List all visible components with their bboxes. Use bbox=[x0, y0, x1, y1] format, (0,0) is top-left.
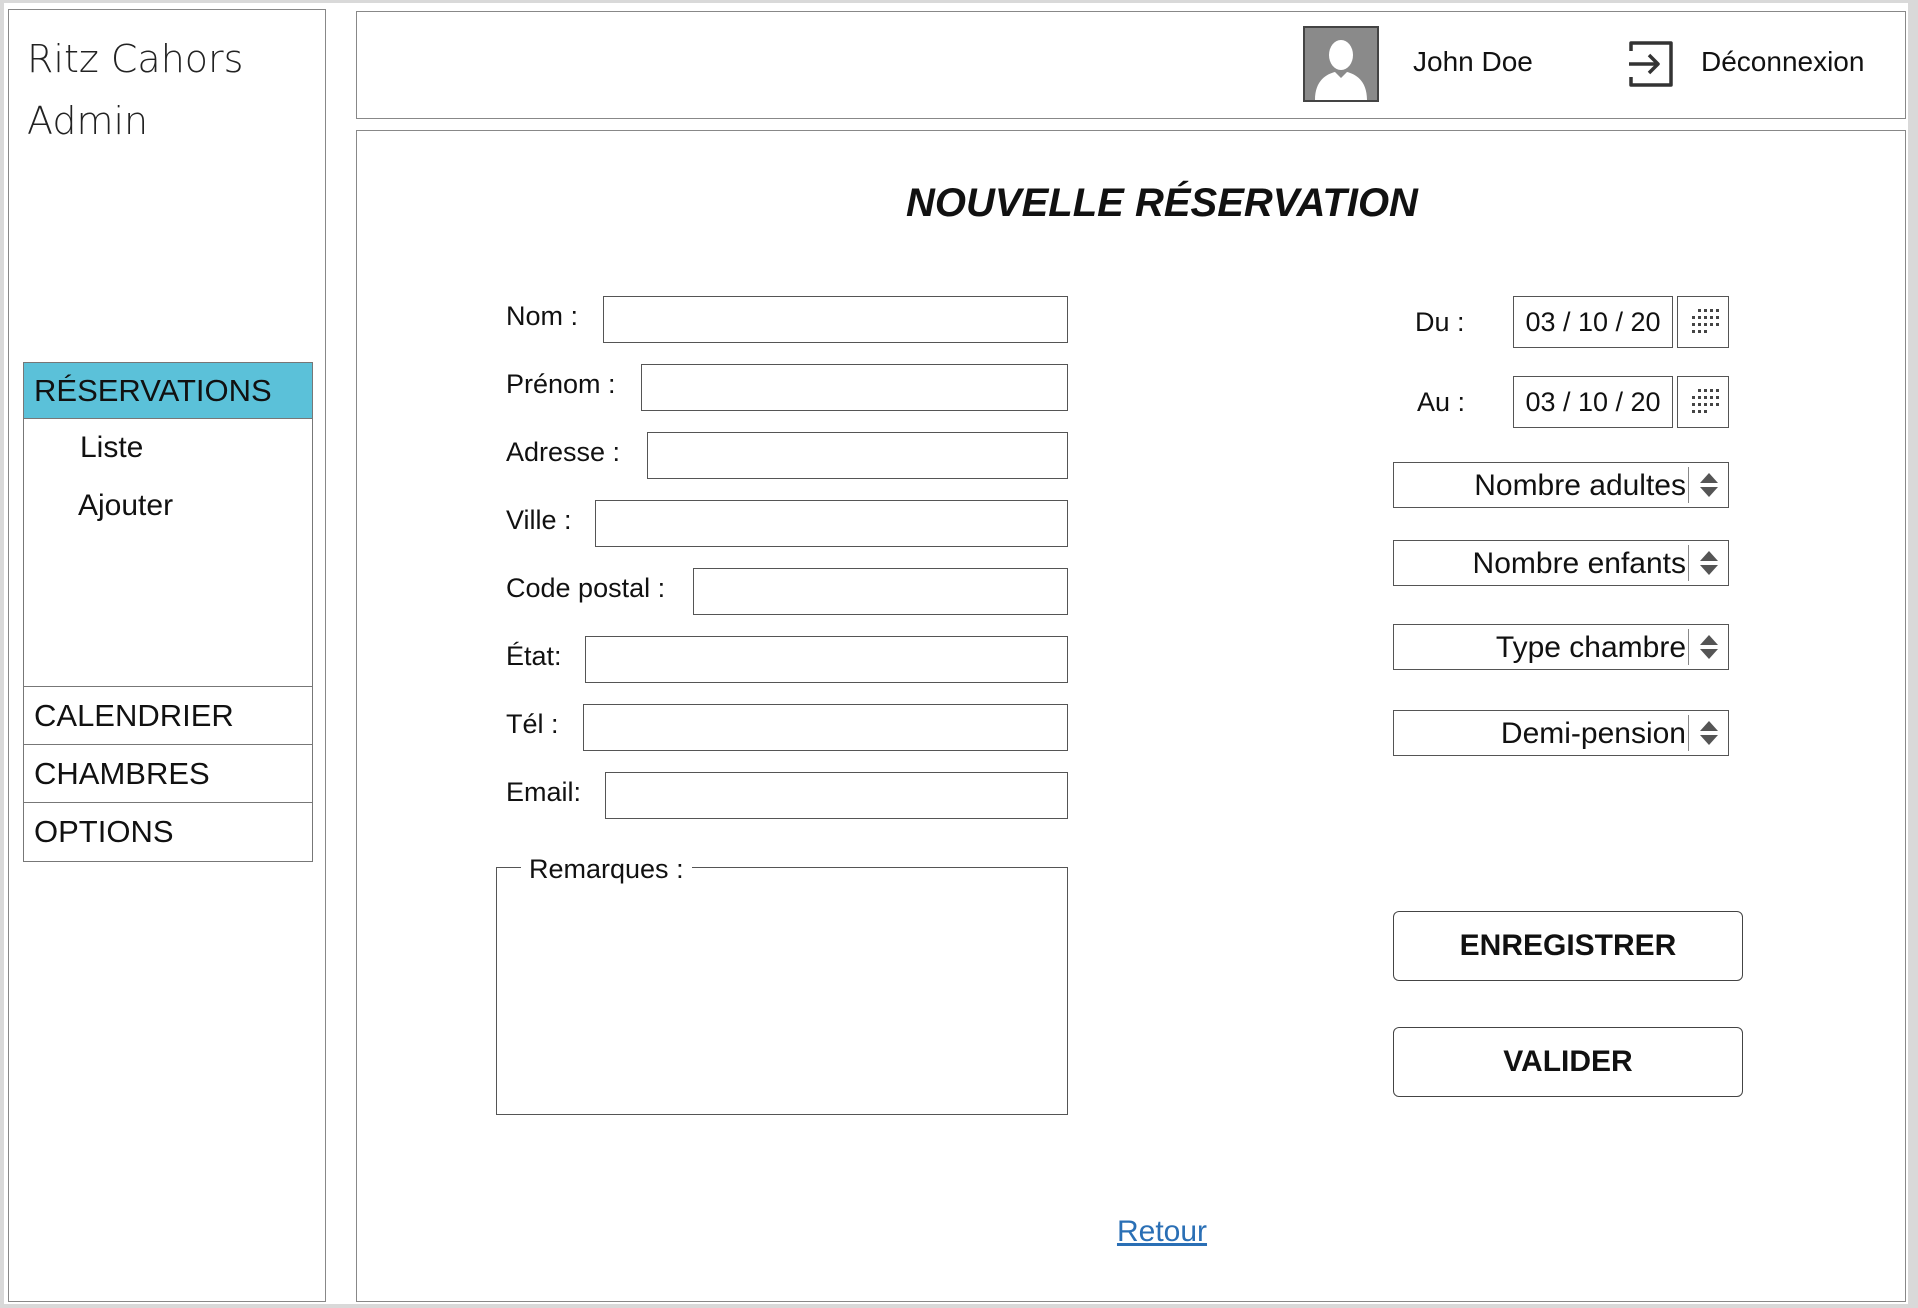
calendar-picker-icon[interactable] bbox=[1677, 296, 1729, 348]
save-button[interactable]: ENREGISTRER bbox=[1393, 911, 1743, 981]
back-link[interactable]: Retour bbox=[357, 1215, 1905, 1249]
logout-link[interactable]: Déconnexion bbox=[1701, 46, 1864, 78]
brand-name: Ritz Cahors bbox=[27, 37, 244, 81]
nom-input[interactable] bbox=[603, 296, 1068, 343]
children-select[interactable]: Nombre enfants bbox=[1393, 540, 1729, 586]
user-avatar-icon[interactable] bbox=[1303, 26, 1379, 102]
select-arrows-icon bbox=[1688, 629, 1728, 665]
tel-input[interactable] bbox=[583, 704, 1068, 751]
room-type-select-value: Type chambre bbox=[1495, 631, 1686, 664]
code-postal-input[interactable] bbox=[693, 568, 1068, 615]
remarks-box: Remarques : bbox=[496, 854, 1068, 1115]
sidebar-item-chambres[interactable]: CHAMBRES bbox=[24, 745, 312, 803]
sidebar-menu: RÉSERVATIONS Liste Ajouter CALENDRIER CH… bbox=[23, 362, 313, 862]
calendar-picker-icon[interactable] bbox=[1677, 376, 1729, 428]
adresse-label: Adresse : bbox=[506, 437, 621, 467]
brand-subtitle: Admin bbox=[27, 99, 149, 143]
submenu-item-ajouter[interactable]: Ajouter bbox=[78, 489, 173, 523]
prenom-label: Prénom : bbox=[506, 369, 616, 399]
code-postal-label: Code postal : bbox=[506, 573, 666, 603]
adults-select[interactable]: Nombre adultes bbox=[1393, 462, 1729, 508]
select-arrows-icon bbox=[1688, 545, 1728, 581]
room-type-select[interactable]: Type chambre bbox=[1393, 624, 1729, 670]
children-select-value: Nombre enfants bbox=[1472, 547, 1686, 580]
date-to-input[interactable]: 03 / 10 / 20 bbox=[1513, 376, 1673, 428]
sidebar-item-reservations[interactable]: RÉSERVATIONS bbox=[24, 363, 312, 419]
user-name[interactable]: John Doe bbox=[1413, 46, 1533, 78]
window-bottom-edge bbox=[0, 1304, 1918, 1308]
validate-button[interactable]: VALIDER bbox=[1393, 1027, 1743, 1097]
email-input[interactable] bbox=[605, 772, 1068, 819]
window-left-edge bbox=[0, 0, 4, 1308]
logout-icon[interactable] bbox=[1625, 37, 1679, 91]
select-arrows-icon bbox=[1688, 467, 1728, 503]
nom-label: Nom : bbox=[506, 301, 579, 331]
date-to-label: Au : bbox=[1417, 387, 1466, 417]
window-top-edge bbox=[0, 0, 1918, 3]
adresse-input[interactable] bbox=[647, 432, 1068, 479]
ville-input[interactable] bbox=[595, 500, 1068, 547]
brand: Ritz Cahors Admin bbox=[27, 28, 243, 152]
etat-label: État: bbox=[506, 641, 562, 671]
ville-label: Ville : bbox=[506, 505, 572, 535]
prenom-input[interactable] bbox=[641, 364, 1068, 411]
submenu-item-liste[interactable]: Liste bbox=[80, 431, 143, 465]
date-from-input[interactable]: 03 / 10 / 20 bbox=[1513, 296, 1673, 348]
date-from-label: Du : bbox=[1415, 307, 1465, 337]
sidebar-item-calendrier[interactable]: CALENDRIER bbox=[24, 687, 312, 745]
tel-label: Tél : bbox=[506, 709, 559, 739]
sidebar: Ritz Cahors Admin RÉSERVATIONS Liste Ajo… bbox=[8, 9, 326, 1302]
email-label: Email: bbox=[506, 777, 582, 807]
remarks-label: Remarques : bbox=[521, 854, 692, 885]
window-right-edge bbox=[1908, 0, 1918, 1308]
sidebar-item-options[interactable]: OPTIONS bbox=[24, 803, 312, 861]
half-board-select[interactable]: Demi-pension bbox=[1393, 710, 1729, 756]
adults-select-value: Nombre adultes bbox=[1474, 469, 1686, 502]
top-bar: John Doe Déconnexion bbox=[356, 11, 1906, 119]
select-arrows-icon bbox=[1688, 715, 1728, 751]
remarks-textarea[interactable] bbox=[505, 890, 1057, 1106]
half-board-select-value: Demi-pension bbox=[1500, 717, 1686, 750]
page-title: NOUVELLE RÉSERVATION bbox=[906, 181, 1418, 225]
reservation-form-panel: NOUVELLE RÉSERVATION Nom : Prénom : Adre… bbox=[356, 130, 1906, 1302]
reservations-submenu: Liste Ajouter bbox=[24, 419, 312, 687]
etat-input[interactable] bbox=[585, 636, 1068, 683]
